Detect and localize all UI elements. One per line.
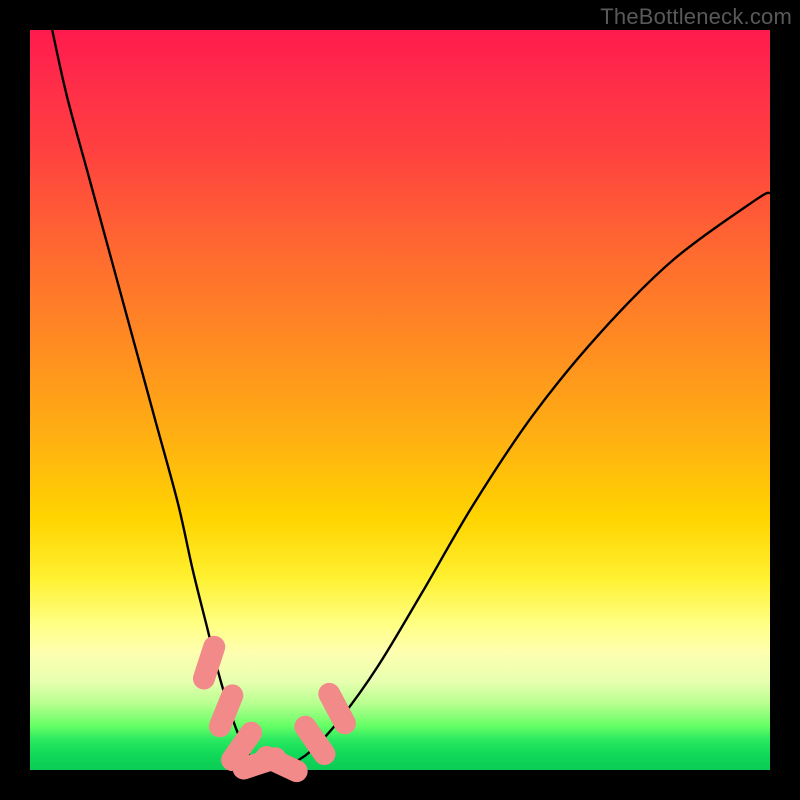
plot-area: [30, 30, 770, 770]
chart-frame: TheBottleneck.com: [0, 0, 800, 800]
curve-markers: [190, 633, 360, 786]
curve-layer: [30, 30, 770, 770]
watermark-text: TheBottleneck.com: [600, 4, 792, 30]
curve-marker: [314, 679, 359, 738]
curve-marker: [252, 742, 311, 785]
bottleneck-curve: [52, 30, 770, 769]
